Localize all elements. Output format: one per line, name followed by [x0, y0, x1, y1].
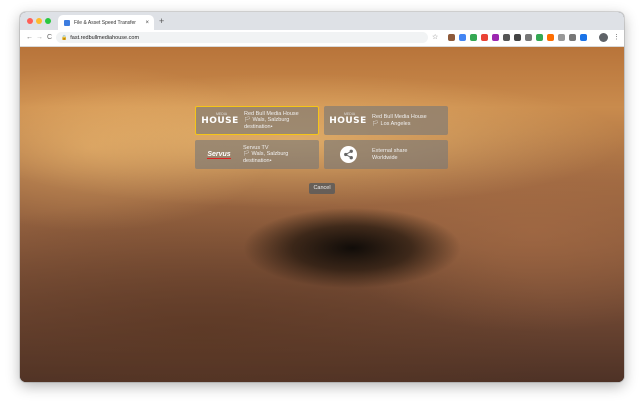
tab-strip: File & Asset Speed Transfer × + [20, 12, 624, 30]
extension-icon[interactable] [580, 34, 587, 41]
destination-card-rbmh-los-angeles[interactable]: MEDIA HOUSE Red Bull Media House 🏳 Los A… [324, 106, 448, 135]
destination-card-rbmh-salzburg[interactable]: MEDIA HOUSE Red Bull Media House 🏳 Wals,… [195, 106, 319, 135]
destination-location: Los Angeles [380, 120, 411, 127]
extension-icon[interactable] [525, 34, 532, 41]
extension-icon[interactable] [481, 34, 488, 41]
share-logo [328, 144, 368, 166]
favicon-icon [64, 19, 70, 26]
browser-menu-icon[interactable]: ⋮ [613, 32, 620, 43]
browser-tab[interactable]: File & Asset Speed Transfer × [58, 15, 154, 30]
profile-avatar-icon[interactable] [599, 33, 608, 42]
destination-details: Servus TV 🏳 Wals, Salzburg destination• [243, 145, 288, 165]
destination-location: Wals, Salzburg [251, 151, 289, 158]
page-content: MEDIA HOUSE Red Bull Media House 🏳 Wals,… [20, 47, 624, 382]
destination-name: External share [372, 148, 408, 154]
flag-icon: 🏳 [244, 117, 251, 124]
bookmark-star-icon[interactable]: ☆ [432, 33, 438, 43]
destination-location: Wals, Salzburg [252, 117, 290, 124]
address-bar[interactable]: 🔒 fast.redbullmediahouse.com [56, 32, 428, 43]
back-button[interactable]: ← [26, 33, 33, 43]
minimize-window-button[interactable] [36, 18, 42, 24]
media-house-logo: MEDIA HOUSE [329, 111, 367, 126]
new-tab-button[interactable]: + [159, 15, 164, 27]
close-window-button[interactable] [27, 18, 33, 24]
extension-icon[interactable] [558, 34, 565, 41]
share-icon [339, 146, 357, 163]
url-text[interactable]: fast.redbullmediahouse.com [70, 35, 139, 41]
extension-icon[interactable] [492, 34, 499, 41]
extension-icon[interactable] [514, 34, 521, 41]
extension-icon[interactable] [459, 34, 466, 41]
extension-icon[interactable] [448, 34, 455, 41]
extension-icon[interactable] [503, 34, 510, 41]
browser-window: File & Asset Speed Transfer × + ← → C 🔒 … [20, 12, 624, 382]
destination-note: destination• [244, 123, 273, 130]
forward-button[interactable]: → [36, 33, 43, 43]
cancel-button[interactable]: Cancel [309, 183, 335, 194]
servus-tv-logo: Servus [207, 150, 231, 159]
extension-icon[interactable] [569, 34, 576, 41]
extension-icon[interactable] [536, 34, 543, 41]
reload-button[interactable]: C [47, 33, 52, 43]
tab-close-icon[interactable]: × [145, 20, 149, 26]
destination-card-servus-tv[interactable]: Servus Servus TV 🏳 Wals, Salzburg destin… [195, 140, 319, 169]
extension-icon[interactable] [547, 34, 554, 41]
media-house-logo: MEDIA HOUSE [201, 111, 239, 126]
destination-details: External share Worldwide [372, 148, 407, 161]
extension-icon[interactable] [470, 34, 477, 41]
destination-details: Red Bull Media House 🏳 Wals, Salzburg de… [244, 111, 299, 131]
destination-note: destination• [243, 157, 272, 164]
flag-icon: 🏳 [372, 120, 379, 127]
lock-icon: 🔒 [61, 34, 68, 41]
destination-location: Worldwide [372, 154, 398, 161]
maximize-window-button[interactable] [45, 18, 51, 24]
destination-details: Red Bull Media House 🏳 Los Angeles [372, 114, 427, 127]
destination-card-external-share[interactable]: External share Worldwide [324, 140, 448, 169]
flag-icon: 🏳 [243, 151, 250, 158]
tab-title: File & Asset Speed Transfer [74, 19, 136, 26]
browser-toolbar: ← → C 🔒 fast.redbullmediahouse.com ☆ ⋮ [20, 30, 624, 47]
